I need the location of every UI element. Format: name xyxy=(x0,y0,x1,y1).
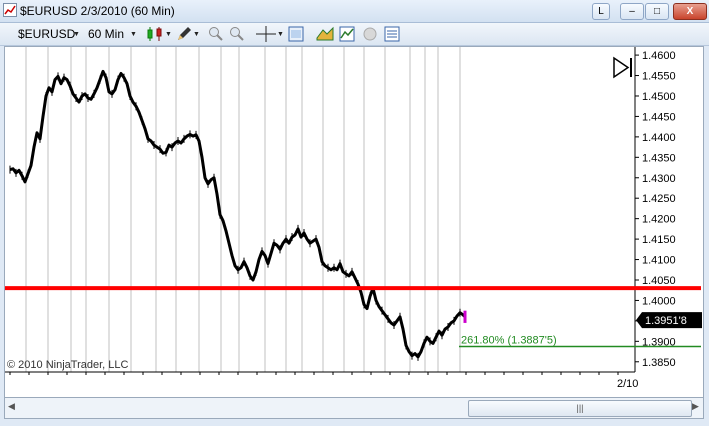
price-chart[interactable]: 1.4600 1.4550 1.4500 1.4450 1.4400 1.4350 1.43… xyxy=(5,47,703,399)
zoom-in-icon[interactable] xyxy=(208,26,224,42)
copyright-text: © 2010 NinjaTrader, LLC xyxy=(7,359,128,371)
instrument-selector[interactable]: $EURUSD xyxy=(18,26,75,42)
y-tick-label: 1.4200 xyxy=(642,214,676,226)
properties-icon[interactable] xyxy=(384,26,400,42)
candlestick-style-icon[interactable] xyxy=(146,26,164,42)
window-title: $EURUSD 2/3/2010 (60 Min) xyxy=(20,4,175,18)
chart-overlays: 261.80% (1.3887'5) 1.3951'8 xyxy=(5,286,702,348)
y-tick-label: 1.4400 xyxy=(642,132,676,144)
window-titlebar: $EURUSD 2/3/2010 (60 Min) L – □ X xyxy=(0,0,709,23)
scroll-right-arrow-icon[interactable]: ▶ xyxy=(692,401,699,412)
chart-toolbar: $EURUSD ▼ 60 Min ▼ ▼ ▼ ▼ xyxy=(0,23,709,46)
maximize-button[interactable]: □ xyxy=(645,3,669,20)
y-tick-label: 1.4100 xyxy=(642,255,676,267)
chart-panel[interactable]: 1.4600 1.4550 1.4500 1.4450 1.4400 1.4350 1.43… xyxy=(4,46,704,400)
circle-icon[interactable] xyxy=(362,26,378,42)
indicator-icon[interactable] xyxy=(339,26,355,42)
horizontal-scrollbar[interactable]: ◀ ||| ▶ xyxy=(4,397,704,419)
y-tick-label: 1.4600 xyxy=(642,50,676,62)
price-series xyxy=(9,69,467,361)
chevron-down-icon[interactable]: ▼ xyxy=(277,31,284,38)
play-forward-icon[interactable] xyxy=(613,56,630,79)
y-tick-label: 1.4150 xyxy=(642,234,676,246)
close-button[interactable]: X xyxy=(673,3,707,20)
crosshair-icon[interactable] xyxy=(256,26,276,42)
x-tick-label: 2/10 xyxy=(617,378,638,390)
scroll-thumb[interactable]: ||| xyxy=(468,400,692,417)
y-tick-label: 1.4250 xyxy=(642,193,676,205)
interval-selector[interactable]: 60 Min xyxy=(88,26,124,42)
y-tick-label: 1.4000 xyxy=(642,295,676,307)
y-tick-label: 1.4450 xyxy=(642,111,676,123)
y-tick-label: 1.4500 xyxy=(642,91,676,103)
last-price-label: 1.3951'8 xyxy=(645,315,687,327)
link-button[interactable]: L xyxy=(592,3,610,20)
zoom-out-icon[interactable] xyxy=(229,26,245,42)
y-tick-label: 1.4300 xyxy=(642,173,676,185)
data-box-icon[interactable] xyxy=(288,26,304,42)
minimize-button[interactable]: – xyxy=(620,3,644,20)
chart-app-icon xyxy=(3,3,17,17)
y-tick-label: 1.4050 xyxy=(642,275,676,287)
y-tick-label: 1.3850 xyxy=(642,357,676,369)
chart-navigation xyxy=(613,56,632,79)
chevron-down-icon[interactable]: ▼ xyxy=(73,31,80,38)
price-line xyxy=(9,69,467,359)
y-tick-label: 1.4350 xyxy=(642,152,676,164)
chevron-down-icon[interactable]: ▼ xyxy=(130,31,137,38)
fib-level-label: 261.80% (1.3887'5) xyxy=(461,334,557,346)
pencil-draw-icon[interactable] xyxy=(176,26,192,42)
scroll-left-arrow-icon[interactable]: ◀ xyxy=(8,401,15,412)
strategy-icon[interactable] xyxy=(316,26,334,42)
chevron-down-icon[interactable]: ▼ xyxy=(193,31,200,38)
x-axis: 2/10 xyxy=(5,371,638,390)
y-tick-label: 1.4550 xyxy=(642,71,676,83)
chevron-down-icon[interactable]: ▼ xyxy=(165,31,172,38)
